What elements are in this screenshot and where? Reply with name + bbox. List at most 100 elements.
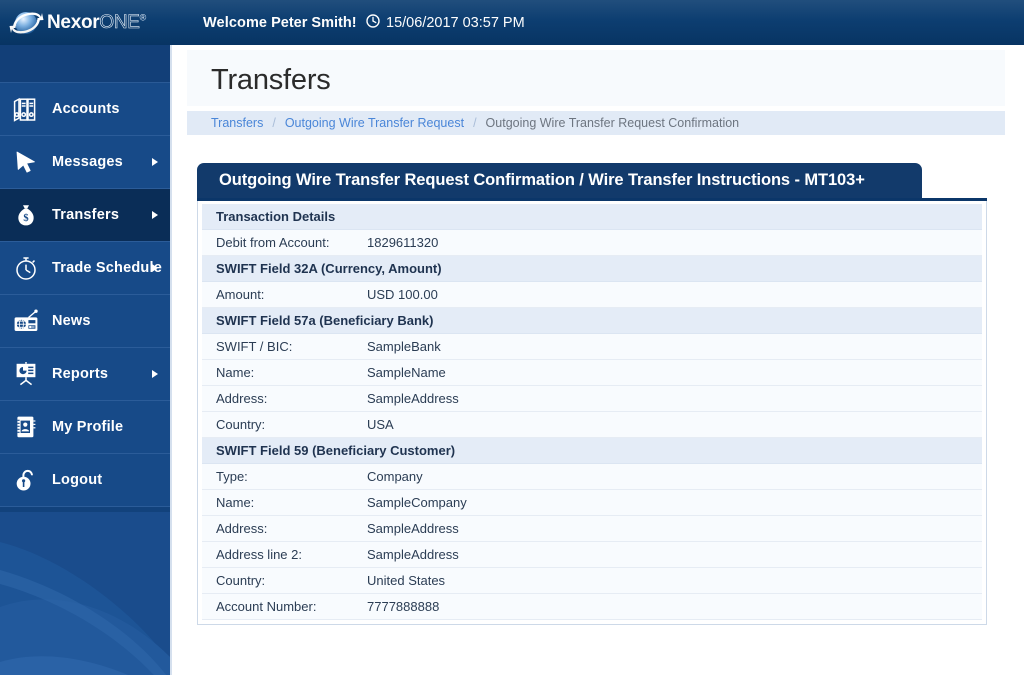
sidebar-decoration [0,512,170,675]
row-label: Amount: [202,281,367,308]
section-label: SWIFT Field 57a (Beneficiary Bank) [202,307,982,334]
brand-name-bold: Nexor [47,12,100,33]
sidebar-item-transfers[interactable]: $ Transfers [0,189,170,242]
panel-header-tab: Outgoing Wire Transfer Request Confirmat… [197,163,922,198]
brand-logo[interactable]: NexorONE® [8,2,183,43]
sidebar-item-list: Accounts Messages $ Transfers Trade Sche… [0,83,170,507]
row-value: SampleAddress [367,385,982,412]
row-label: Address: [202,515,367,542]
sidebar-item-label: Logout [52,472,103,488]
table-section-header: Transaction Details [202,204,982,230]
section-label: SWIFT Field 32A (Currency, Amount) [202,255,982,282]
table-row: Name: SampleCompany [202,489,982,516]
radio-icon [0,308,52,334]
page-header: Transfers [187,50,1005,106]
row-label: Address: [202,385,367,412]
row-label: SWIFT / BIC: [202,333,367,360]
table-row: Address: SampleAddress [202,385,982,412]
sidebar-item-messages[interactable]: Messages [0,136,170,189]
breadcrumb-separator: / [272,116,276,130]
row-value: Company [367,463,982,490]
stopwatch-icon [0,255,52,281]
row-label: Account Number: [202,593,367,620]
breadcrumb-item-current: Outgoing Wire Transfer Request Confirmat… [485,116,740,130]
detail-panel: Outgoing Wire Transfer Request Confirmat… [197,163,987,625]
registered-mark: ® [139,12,147,23]
sidebar-item-reports[interactable]: Reports [0,348,170,401]
transaction-details-table: Transaction Details Debit from Account: 18… [202,204,982,620]
brand-name-light: ONE [99,12,140,33]
row-label: Name: [202,489,367,516]
sidebar-item-label: My Profile [52,419,124,435]
row-value: 7777888888 [367,593,982,620]
brand-wordmark: NexorONE® [47,12,147,33]
row-value: USA [367,411,982,438]
row-value: SampleBank [367,333,982,360]
clock-icon [366,13,380,32]
chevron-right-icon [152,370,158,378]
presentation-icon [0,361,52,387]
money-bag-icon: $ [0,202,52,228]
section-label: Transaction Details [202,204,982,230]
breadcrumb-separator: / [473,116,477,130]
panel-title: Outgoing Wire Transfer Request Confirmat… [219,171,865,189]
sidebar-item-logout[interactable]: Logout [0,454,170,507]
binders-icon [0,96,52,122]
application-window: NexorONE® Welcome Peter Smith! 15/06/201… [0,0,1024,675]
row-label: Type: [202,463,367,490]
row-label: Address line 2: [202,541,367,568]
table-row: Country: USA [202,411,982,438]
breadcrumb-item-transfers[interactable]: Transfers [211,116,263,130]
table-row: SWIFT / BIC: SampleBank [202,333,982,360]
row-label: Name: [202,359,367,386]
sidebar-item-label: News [52,313,91,329]
main-content-area: Transfers Transfers / Outgoing Wire Tran… [170,45,1024,675]
open-padlock-icon [0,467,52,493]
table-row: Amount: USD 100.00 [202,281,982,308]
chevron-right-icon [152,264,158,272]
sidebar-navigation: Accounts Messages $ Transfers Trade Sche… [0,45,170,675]
table-row: Address line 2: SampleAddress [202,541,982,568]
sidebar-item-accounts[interactable]: Accounts [0,83,170,136]
row-value: 1829611320 [367,229,982,256]
sidebar-item-label: Reports [52,366,109,382]
user-name: Peter Smith! [271,14,357,31]
chevron-right-icon [152,158,158,166]
datetime-text: 15/06/2017 03:57 PM [386,14,525,31]
table-row: Country: United States [202,567,982,594]
table-section-header: SWIFT Field 32A (Currency, Amount) [202,255,982,282]
sidebar-item-news[interactable]: News [0,295,170,348]
sidebar-top-spacer [0,45,170,83]
row-value: SampleAddress [367,515,982,542]
section-label: SWIFT Field 59 (Beneficiary Customer) [202,437,982,464]
row-label: Country: [202,567,367,594]
panel-body: Transaction Details Debit from Account: 18… [197,201,987,625]
sidebar-item-label: Trade Schedule [52,260,162,276]
row-value: USD 100.00 [367,281,982,308]
table-row: Type: Company [202,463,982,490]
row-value: SampleCompany [367,489,982,516]
row-value: SampleName [367,359,982,386]
row-value: SampleAddress [367,541,982,568]
transaction-details-body: Transaction Details Debit from Account: 18… [202,204,982,620]
datetime-display: 15/06/2017 03:57 PM [366,0,525,45]
welcome-message: Welcome Peter Smith! [203,0,357,45]
page-title: Transfers [211,64,331,96]
table-section-header: SWIFT Field 59 (Beneficiary Customer) [202,437,982,464]
svg-text:$: $ [23,213,28,224]
table-row: Name: SampleName [202,359,982,386]
row-value: United States [367,567,982,594]
sidebar-item-label: Transfers [52,207,120,223]
sidebar-item-trade-schedule[interactable]: Trade Schedule [0,242,170,295]
chevron-right-icon [152,211,158,219]
welcome-label: Welcome [203,14,268,31]
sidebar-item-label: Messages [52,154,123,170]
sidebar-item-my-profile[interactable]: My Profile [0,401,170,454]
table-row: Account Number: 7777888888 [202,593,982,620]
table-section-header: SWIFT Field 57a (Beneficiary Bank) [202,307,982,334]
breadcrumb: Transfers / Outgoing Wire Transfer Reque… [187,111,1005,135]
row-label: Country: [202,411,367,438]
breadcrumb-item-outgoing-wire-transfer-request[interactable]: Outgoing Wire Transfer Request [285,116,464,130]
sphere-swoosh-logo-icon [8,4,46,42]
cursor-arrow-icon [0,149,52,175]
